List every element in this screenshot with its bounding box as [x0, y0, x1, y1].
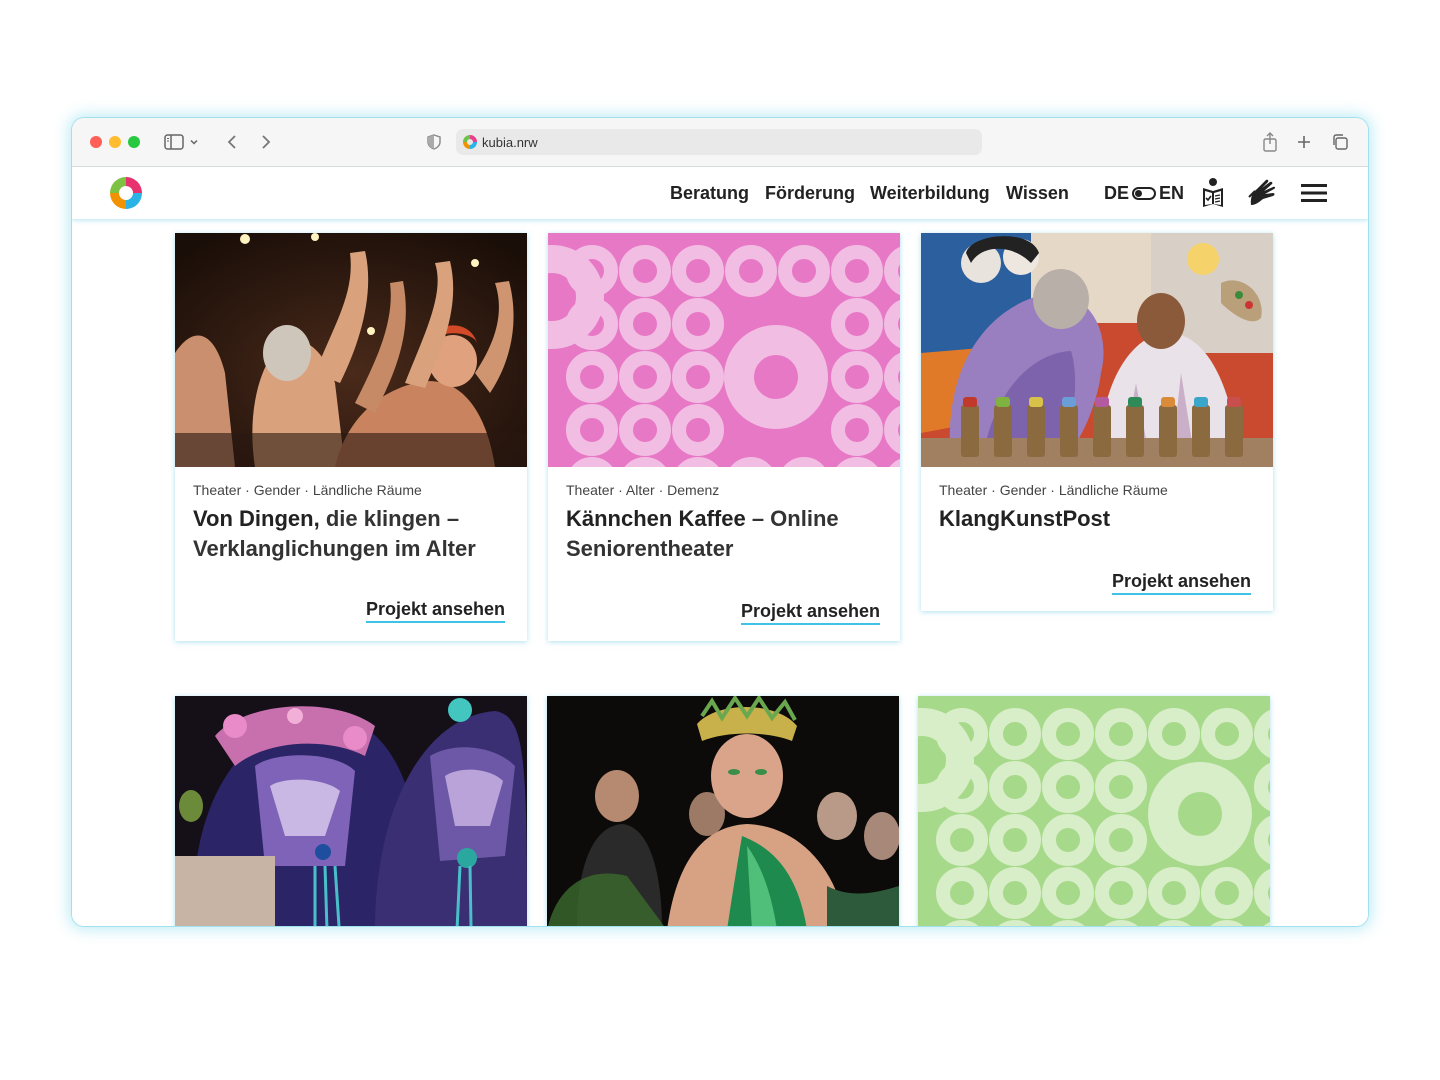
project-card[interactable]: Theater · Alter · Demenz Kännchen Kaffee…	[548, 233, 900, 641]
card-title[interactable]: Kännchen Kaffee – Online Seniorentheater	[566, 504, 886, 564]
browser-toolbar: kubia.nrw	[72, 118, 1368, 167]
nav-item-beratung[interactable]: Beratung	[670, 183, 749, 204]
nav-item-weiterbildung[interactable]: Weiterbildung	[870, 183, 990, 204]
card-title-strong: KlangKunstPost	[939, 506, 1111, 531]
browser-window: kubia.nrw Beratung Förderung Weiterbildu…	[72, 118, 1368, 926]
card-image-masks	[175, 696, 527, 926]
site-favicon-icon	[463, 135, 477, 149]
lang-de-label[interactable]: DE	[1104, 183, 1129, 204]
project-link[interactable]: Projekt ansehen	[365, 599, 505, 623]
nav-item-wissen[interactable]: Wissen	[1006, 183, 1069, 204]
project-card[interactable]: Theater · Gender · Ländliche Räume Von D…	[175, 233, 527, 641]
card-image-performer	[547, 696, 899, 926]
tab-overview-icon[interactable]	[1328, 130, 1352, 154]
language-toggle[interactable]	[1132, 186, 1157, 200]
project-card[interactable]	[547, 696, 899, 926]
project-link[interactable]: Projekt ansehen	[1111, 571, 1251, 595]
new-tab-icon[interactable]	[1292, 130, 1316, 154]
card-image-pattern-green	[918, 696, 1270, 926]
easy-language-icon[interactable]	[1196, 177, 1230, 209]
card-image-pattern-pink	[548, 233, 900, 467]
nav-item-foerderung[interactable]: Förderung	[765, 183, 855, 204]
main-nav-4: Wissen	[1006, 167, 1069, 219]
hamburger-menu-icon[interactable]	[1297, 177, 1331, 209]
share-icon[interactable]	[1258, 130, 1282, 154]
main-nav-3: Weiterbildung	[870, 167, 990, 219]
project-grid: Theater · Gender · Ländliche Räume Von D…	[72, 219, 1368, 926]
forward-icon[interactable]	[254, 130, 278, 154]
project-card[interactable]	[918, 696, 1270, 926]
card-image-dancers	[175, 233, 527, 467]
address-bar[interactable]: kubia.nrw	[456, 129, 982, 155]
privacy-shield-icon[interactable]	[422, 130, 446, 154]
back-icon[interactable]	[220, 130, 244, 154]
maximize-window-button[interactable]	[128, 136, 140, 148]
chevron-down-icon[interactable]	[188, 130, 200, 154]
main-nav-2: Förderung	[765, 167, 855, 219]
card-title[interactable]: KlangKunstPost	[939, 504, 1259, 534]
kubia-logo[interactable]	[109, 176, 143, 210]
card-title-strong: Von Dingen,	[193, 506, 320, 531]
site-header: Beratung Förderung Weiterbildung Wissen …	[72, 167, 1368, 219]
main-nav: Beratung	[670, 167, 749, 219]
lang-en-label[interactable]: EN	[1159, 183, 1184, 204]
card-title-strong: Kännchen Kaffee	[566, 506, 746, 531]
minimize-window-button[interactable]	[109, 136, 121, 148]
url-text: kubia.nrw	[482, 134, 538, 150]
card-image-painting	[921, 233, 1273, 467]
card-tags: Theater · Alter · Demenz	[566, 482, 720, 498]
sign-language-icon[interactable]	[1246, 177, 1280, 209]
sidebar-toggle-icon[interactable]	[162, 130, 186, 154]
project-card[interactable]	[175, 696, 527, 926]
project-card[interactable]: Theater · Gender · Ländliche Räume Klang…	[921, 233, 1273, 611]
card-tags: Theater · Gender · Ländliche Räume	[193, 482, 422, 498]
card-title[interactable]: Von Dingen, die klingen – Verklanglichun…	[193, 504, 513, 564]
language-switch[interactable]: DE EN	[1104, 167, 1184, 219]
project-link[interactable]: Projekt ansehen	[740, 601, 880, 625]
card-tags: Theater · Gender · Ländliche Räume	[939, 482, 1168, 498]
close-window-button[interactable]	[90, 136, 102, 148]
